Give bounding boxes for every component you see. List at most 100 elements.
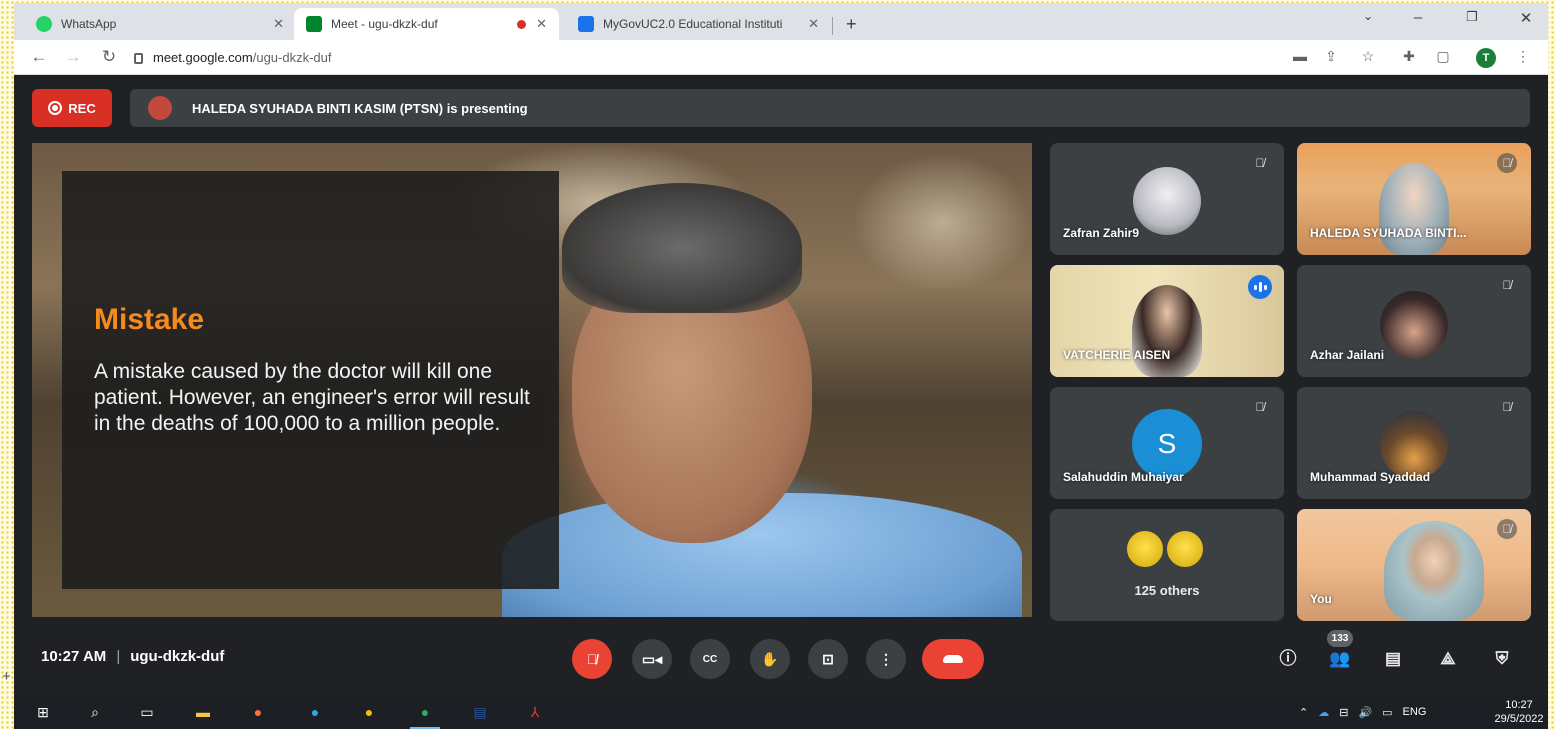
menu-icon[interactable]: ⋮ <box>1512 48 1534 65</box>
participant-tile[interactable]: 🎙̸ HALEDA SYUHADA BINTI... <box>1297 143 1531 255</box>
system-time: 10:27 <box>1505 699 1533 711</box>
participant-avatar <box>1125 529 1165 569</box>
profile-avatar[interactable]: T <box>1476 48 1496 68</box>
windows-taskbar: ⊞ ⌕ ▭ ▬ ● ● ● ● ▤ ⅄ ⌃ ☁ ⊟ 🔊 ▭ ENG 10:27 … <box>14 695 1548 729</box>
captions-icon: CC <box>702 653 718 665</box>
tab-title: MyGovUC2.0 Educational Instituti <box>603 17 783 31</box>
sidepanel-icon[interactable]: ▢ <box>1432 48 1454 65</box>
participant-figure <box>1379 163 1449 255</box>
mic-off-icon: 🎙̸ <box>586 651 598 667</box>
close-tab-icon[interactable]: ✕ <box>273 16 284 32</box>
others-count: 125 others <box>1134 583 1200 598</box>
whatsapp-icon <box>36 16 52 32</box>
participant-name: VATCHERIE AISEN <box>1063 348 1171 362</box>
participant-tile[interactable]: 🎙̸ Azhar Jailani <box>1297 265 1531 377</box>
language-indicator[interactable]: ENG <box>1403 706 1427 718</box>
chevron-up-icon[interactable]: ⌃ <box>1299 706 1308 719</box>
windows-start-icon[interactable]: ⊞ <box>32 702 54 722</box>
presenting-text: HALEDA SYUHADA BINTI KASIM (PTSN) is pre… <box>192 100 528 116</box>
close-tab-icon[interactable]: ✕ <box>808 16 819 32</box>
star-icon[interactable]: ☆ <box>1357 48 1379 65</box>
firefox-icon[interactable]: ● <box>247 702 269 722</box>
lock-icon <box>134 53 143 64</box>
others-tile[interactable]: 125 others <box>1050 509 1284 621</box>
tab-mygovuc[interactable]: MyGovUC2.0 Educational Instituti ✕ <box>566 8 831 40</box>
leave-call-button[interactable] <box>922 639 984 679</box>
tab-search-icon[interactable]: ⌄ <box>1353 9 1383 23</box>
address-bar[interactable]: meet.google.com/ugu-dkzk-duf <box>134 44 1264 71</box>
share-icon[interactable]: ⇪ <box>1320 48 1342 65</box>
present-button[interactable]: ⊡ <box>808 639 848 679</box>
hand-icon: ✋ <box>761 650 779 667</box>
participant-tile[interactable]: 🎙̸ Muhammad Syaddad <box>1297 387 1531 499</box>
chrome-active-icon[interactable]: ● <box>410 702 440 729</box>
close-tab-icon[interactable]: ✕ <box>536 16 547 32</box>
tab-strip: WhatsApp ✕ Meet - ugu-dkzk-duf ✕ MyGovUC… <box>14 3 1548 40</box>
file-explorer-icon[interactable]: ▬ <box>192 702 214 722</box>
mic-off-icon: 🎙̸ <box>1497 153 1517 173</box>
mic-off-icon: 🎙̸ <box>1497 519 1517 539</box>
slide-text-box: Mistake A mistake caused by the doctor w… <box>62 171 559 589</box>
tab-title: Meet - ugu-dkzk-duf <box>331 17 438 31</box>
url-path: /ugu-dkzk-duf <box>252 50 332 65</box>
network-icon[interactable]: ⊟ <box>1339 706 1348 719</box>
meeting-time: 10:27 AM <box>41 648 107 665</box>
forward-icon[interactable]: → <box>62 47 84 67</box>
new-tab-button[interactable]: + <box>840 8 870 40</box>
browser-window: WhatsApp ✕ Meet - ugu-dkzk-duf ✕ MyGovUC… <box>14 3 1548 729</box>
captions-button[interactable]: CC <box>690 639 730 679</box>
task-view-icon[interactable]: ▭ <box>136 702 158 722</box>
cast-icon[interactable]: ▬ <box>1289 48 1311 64</box>
participant-name: You <box>1310 592 1332 606</box>
raise-hand-button[interactable]: ✋ <box>750 639 790 679</box>
participant-tile[interactable]: VATCHERIE AISEN <box>1050 265 1284 377</box>
acrobat-icon[interactable]: ⅄ <box>524 702 546 722</box>
word-icon[interactable]: ▤ <box>469 702 491 722</box>
host-controls-icon[interactable]: ⛨ <box>1488 645 1516 673</box>
participant-tile[interactable]: 🎙̸ Zafran Zahir9 <box>1050 143 1284 255</box>
chrome-icon[interactable]: ● <box>358 702 380 722</box>
onedrive-icon[interactable]: ☁ <box>1318 706 1329 719</box>
slide-body: A mistake caused by the doctor will kill… <box>94 360 530 435</box>
reload-icon[interactable]: ↻ <box>98 47 120 67</box>
divider: | <box>116 648 121 665</box>
mic-off-icon: 🎙̸ <box>1502 278 1512 292</box>
people-count-badge: 133 <box>1327 630 1353 647</box>
volume-icon[interactable]: 🔊 <box>1358 706 1372 719</box>
participant-tile[interactable]: S 🎙̸ Salahuddin Muhaiyar <box>1050 387 1284 499</box>
tab-title: WhatsApp <box>61 17 117 31</box>
search-icon[interactable]: ⌕ <box>84 702 106 722</box>
extensions-icon[interactable]: ✚ <box>1398 48 1420 65</box>
crosshair-mark: + <box>2 668 11 685</box>
hang-up-icon <box>943 655 963 663</box>
more-options-button[interactable]: ⋮ <box>866 639 906 679</box>
edge-icon[interactable]: ● <box>304 702 326 722</box>
rec-label: REC <box>68 100 96 116</box>
mic-off-icon: 🎙̸ <box>1502 400 1512 414</box>
system-clock[interactable]: 10:27 29/5/2022 <box>1490 698 1548 726</box>
self-tile[interactable]: 🎙̸ You <box>1297 509 1531 621</box>
people-icon[interactable]: 👥 <box>1326 645 1354 673</box>
minimize-icon[interactable]: – <box>1403 9 1433 26</box>
back-icon[interactable]: ← <box>28 47 50 67</box>
mic-off-icon: 🎙̸ <box>1255 400 1265 414</box>
maximize-icon[interactable]: ❐ <box>1457 9 1487 25</box>
meeting-details-icon[interactable]: ⓘ <box>1274 645 1302 673</box>
tab-whatsapp[interactable]: WhatsApp ✕ <box>24 8 296 40</box>
present-screen-icon: ⊡ <box>822 650 834 667</box>
self-figure <box>1384 521 1484 621</box>
chat-icon[interactable]: ▤ <box>1379 645 1407 673</box>
camera-toggle-button[interactable]: ▭◂ <box>632 639 672 679</box>
participant-initial-avatar: S <box>1132 409 1202 479</box>
presenter-hair <box>562 183 802 313</box>
presentation-view: Mistake A mistake caused by the doctor w… <box>32 143 1032 617</box>
tab-meet[interactable]: Meet - ugu-dkzk-duf ✕ <box>294 8 559 40</box>
notification-icon[interactable]: ▭ <box>1382 706 1392 719</box>
mic-toggle-button[interactable]: 🎙̸ <box>572 639 612 679</box>
close-window-icon[interactable]: ✕ <box>1511 9 1541 27</box>
meeting-code: ugu-dkzk-duf <box>130 648 225 665</box>
mic-off-icon: 🎙̸ <box>1255 156 1265 170</box>
participant-name: Azhar Jailani <box>1310 348 1385 362</box>
activities-icon[interactable]: ⟁ <box>1434 645 1462 673</box>
rec-indicator[interactable]: REC <box>32 89 112 127</box>
